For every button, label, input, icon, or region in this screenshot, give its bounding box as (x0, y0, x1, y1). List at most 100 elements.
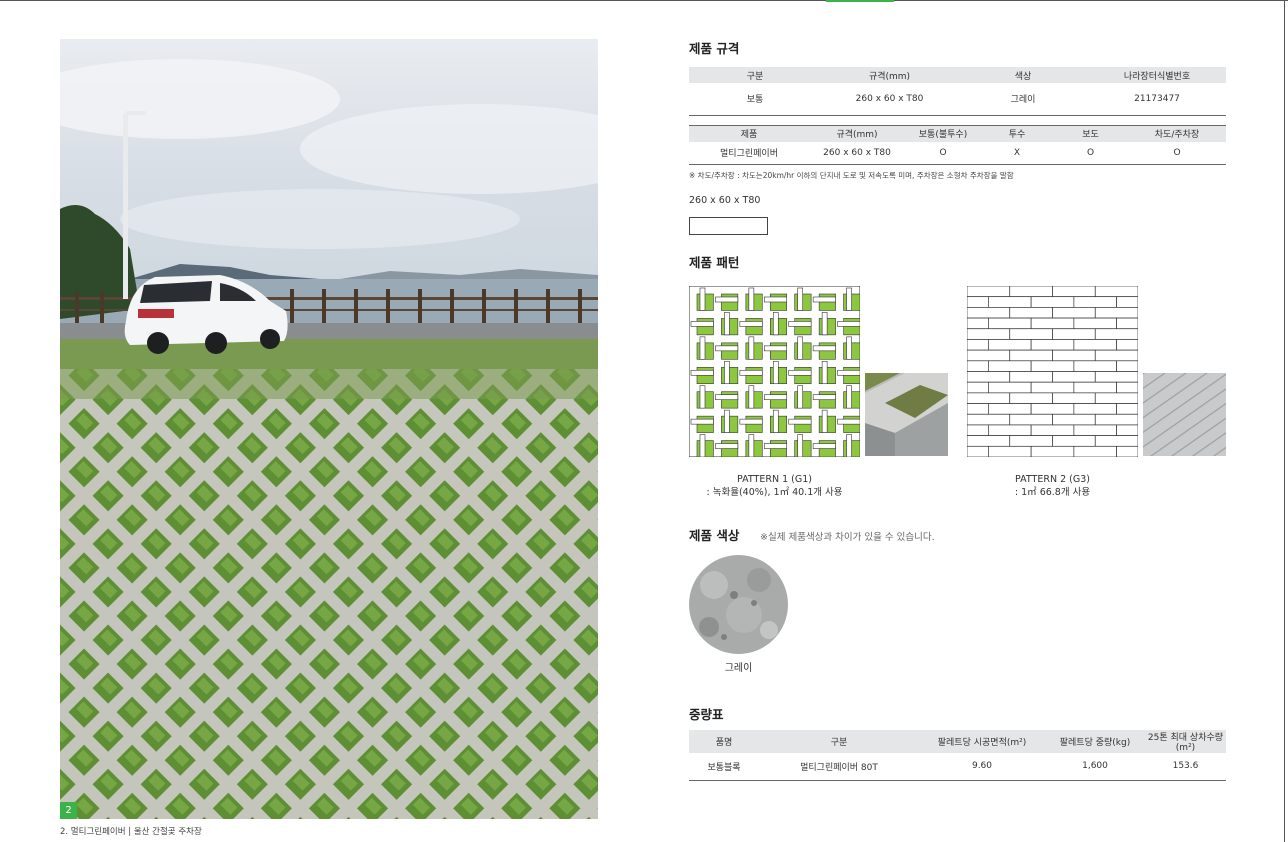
brick-cell (1009, 392, 1053, 404)
brick-cell (1073, 317, 1117, 330)
top-accent-bar (826, 0, 894, 2)
page-edge (1284, 0, 1285, 842)
weave-bar (690, 418, 714, 425)
usage-table: 제품 규격(mm) 보통(불투수) 투수 보도 차도/주차장 멀티그린페이버 2… (689, 125, 1226, 165)
pattern-2-diagram (967, 286, 1138, 457)
pattern-1-caption: PATTERN 1 (G1) : 녹화율(40%), 1㎡ 40.1개 사용 (689, 473, 860, 499)
brick-cell (1073, 339, 1117, 351)
table-cell: 1,600 (1082, 761, 1108, 772)
brick-cell (988, 403, 1032, 415)
brick-cell (967, 392, 1011, 404)
brick-cell (1009, 286, 1053, 298)
header-cell: 규격(mm) (809, 125, 905, 142)
header-cell: 품명 (689, 730, 759, 753)
table-cell: X (1013, 147, 1021, 158)
swatch-label: 그레이 (724, 663, 753, 674)
weave-bar (846, 287, 852, 311)
brick-cell (1030, 296, 1075, 308)
brick-cell (967, 445, 989, 457)
weave-bar (763, 296, 788, 303)
weave-bar (739, 369, 763, 376)
weave-bar (739, 418, 763, 425)
brick-cell (1030, 317, 1075, 330)
brick-cell (1094, 413, 1138, 426)
table-cell: O (939, 147, 947, 158)
brick-cell (1094, 435, 1138, 447)
brick-cell (1030, 339, 1075, 351)
brick-cell (988, 296, 1032, 308)
table-row: 멀티그린페이버 260 x 60 x T80 O X O O (689, 142, 1226, 165)
brick-cell (967, 413, 1011, 426)
brick-cell (1052, 349, 1096, 362)
brick-cell (988, 381, 1032, 394)
weave-bar (837, 321, 860, 327)
weave-bar (788, 418, 812, 425)
weave-bar (699, 287, 706, 311)
pattern-1-desc: : 녹화율(40%), 1㎡ 40.1개 사용 (706, 487, 843, 498)
weave-bar (715, 394, 739, 401)
weave-bar (797, 385, 804, 409)
spec-title: 제품 규격 (689, 41, 740, 56)
table-header-row: 구분 규격(mm) 색상 나라장터식별번호 (689, 67, 1226, 83)
photo-caption: 2. 멀티그린페이버 | 울산 간절곶 주차장 (60, 827, 202, 837)
weave-bar (797, 434, 804, 457)
weave-bar (715, 345, 739, 352)
header-cell: 투수 (981, 125, 1053, 142)
site-photo (60, 39, 598, 819)
weave-bar (837, 418, 860, 425)
brick-cell (967, 360, 989, 372)
weave-bar (724, 409, 730, 433)
weave-bar (724, 312, 730, 336)
brick-cell (1116, 403, 1138, 415)
header-cell: 보통(불투수) (905, 125, 981, 142)
table-cell: O (1173, 147, 1181, 158)
weave-bar (699, 336, 706, 360)
weave-bar (772, 312, 779, 336)
brick-cell (1073, 403, 1117, 415)
brick-cell (1116, 445, 1138, 457)
brick-cell (988, 317, 1032, 330)
weave-bar (690, 321, 714, 327)
weave-bar (772, 360, 779, 385)
brick-cell (988, 360, 1032, 372)
table-header-row: 품명 구분 팔레트당 시공면적(m²) 팔레트당 중량(kg) 25톤 최대 상… (689, 730, 1226, 753)
weave-bar (739, 321, 763, 327)
brick-cell (1073, 360, 1117, 372)
brick-cell (1116, 339, 1138, 351)
brick-cell (1009, 371, 1053, 383)
weave-bar (772, 409, 779, 433)
weave-bar (788, 321, 812, 327)
weave-bar (699, 385, 706, 409)
pattern-2-photo (1143, 373, 1226, 456)
size-label: 260 x 60 x T80 (689, 195, 761, 206)
brick-cell (1094, 392, 1138, 404)
brick-cell (1009, 328, 1053, 340)
header-cell: 색상 (958, 67, 1088, 83)
weave-bar (812, 345, 836, 352)
weave-bar (812, 394, 836, 401)
header-cell: 제품 (689, 125, 809, 142)
table-cell: 260 x 60 x T80 (855, 93, 924, 104)
weave-bar (797, 336, 804, 360)
brick-cell (1052, 286, 1096, 298)
weave-bar (715, 296, 739, 303)
brick-cell (967, 317, 989, 330)
top-border (0, 0, 1288, 1)
weave-bar (690, 369, 714, 376)
header-cell: 보도 (1053, 125, 1128, 142)
brick-cell (988, 424, 1032, 436)
header-cell: 팔레트당 시공면적(m²) (919, 730, 1045, 753)
table-cell: 260 x 60 x T80 (823, 147, 891, 158)
weave-bar (837, 369, 860, 376)
weave-bar (763, 345, 788, 352)
table-row: 보통블록 멀티그린페이버 80T 9.60 1,600 153.6 (689, 753, 1226, 780)
weave-bar (788, 369, 812, 376)
brick-cell (1030, 424, 1075, 436)
brick-cell (1030, 381, 1075, 394)
table-cell: 153.6 (1172, 761, 1199, 772)
weave-bar (715, 443, 739, 449)
brick-cell (967, 403, 989, 415)
brick-cell (1052, 435, 1096, 447)
brick-cell (1116, 381, 1138, 394)
brick-cell (1094, 371, 1138, 383)
